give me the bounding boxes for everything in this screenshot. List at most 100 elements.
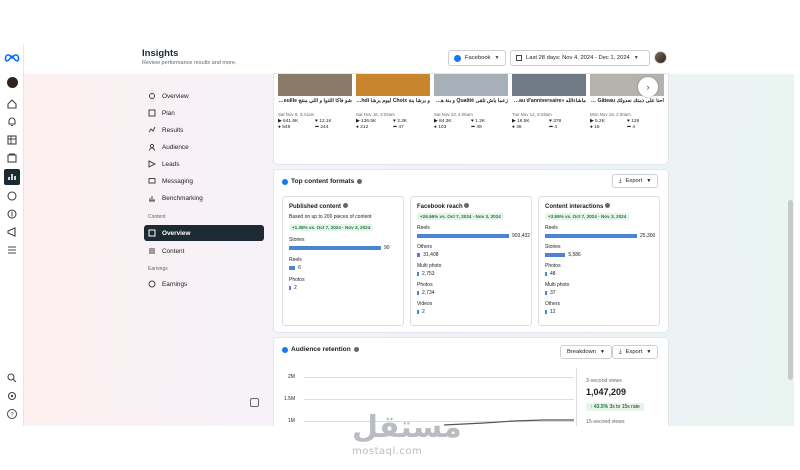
post-date: Tue Nov 12, 3:03am [512,112,552,117]
post-card[interactable]: ماشاءالله «Gâteau d'anniversaire » عنا ع… [512,74,586,150]
watermark-logo: مستقل [352,410,462,445]
chevron-down-icon: ▼ [494,55,500,61]
nav-item-plan[interactable]: Plan [144,105,264,121]
format-value: 903,432 [512,233,531,239]
panel-title-text: Facebook reach [417,204,463,210]
content-icon [148,247,156,255]
breakdown-label: Breakdown [567,349,597,355]
export-button[interactable]: ⤓ Export ▼ [612,174,659,188]
nav-item-label: Content [162,247,185,255]
stat-change-badge: ↑ 43.5% 3s to 15s rate [586,403,644,411]
nav-item-overview[interactable]: Overview [144,88,264,104]
format-row: Others 31,408 [417,244,533,258]
monetization-icon[interactable] [6,208,18,220]
info-icon[interactable] [605,203,611,208]
nav-item-results[interactable]: Results [144,122,264,138]
nav-item-earnings[interactable]: Earnings [144,276,264,292]
nav-item-content[interactable]: Content [144,243,264,259]
views-value: 84.3K [439,119,452,124]
account-avatar-icon[interactable] [6,76,18,88]
format-row: Reels 6 [289,257,405,271]
carousel-next-button[interactable]: › [638,77,658,97]
format-label: Photos [417,282,433,288]
post-title: احنا على ذمتك نعدولك Gâteau للفرحة حرة [590,98,664,104]
published-content-panel: Published content Based on up to 200 pie… [282,196,404,326]
search-icon[interactable] [6,372,18,384]
nav-item-label: Audience [162,143,189,151]
format-value: 6 [298,265,301,271]
info-icon[interactable] [464,203,470,208]
home-icon[interactable] [6,98,18,110]
page-scrollbar[interactable] [788,200,793,380]
export-button[interactable]: ⤓ Export ▼ [612,345,659,359]
views-value: 5.2K [595,119,605,124]
nav-item-benchmarking[interactable]: Benchmarking [144,190,264,206]
format-row: Multi photo 2,753 [417,263,533,277]
post-thumbnail [356,74,430,96]
notifications-icon[interactable] [6,116,18,128]
content-library-icon[interactable] [6,152,18,164]
format-label: Others [545,301,561,307]
post-date: Sat Nov 9, 3:41am [278,112,315,117]
nav-item-messaging[interactable]: Messaging [144,173,264,189]
y-tick-label: 1M [288,418,295,424]
format-bar [545,310,547,314]
meta-logo-icon[interactable] [4,52,20,62]
profile-avatar[interactable] [654,51,667,64]
stat-change-note: 3s to 15s rate [609,404,640,410]
format-label: Stories [289,237,305,243]
y-tick-label: 1.5M [284,396,296,402]
inbox-icon[interactable] [6,190,18,202]
post-card[interactable]: زعما باش تلقى Qualité و بنة هدي في بلاصة… [434,74,508,150]
chevron-down-icon: ▼ [600,349,605,355]
date-range-select[interactable]: Last 28 days: Nov 4, 2024 - Dec 1, 2024 … [510,50,650,66]
stat-label: 3-second views [586,378,622,384]
reactions-value: 2.3K [397,119,408,124]
nav-item-label: Earnings [162,280,188,288]
help-icon[interactable]: ? [6,408,18,420]
insights-icon[interactable] [4,169,20,185]
format-row: Photos 2 [289,277,405,291]
ads-icon[interactable] [6,226,18,238]
format-row: Multi photo 37 [545,282,661,296]
panel-title-text: Content interactions [545,204,604,210]
format-bar [417,253,421,257]
top-posts-carousel: شو فاكا اللنوا و اللي منتج Millefeuille … [274,74,668,164]
collapse-sidebar-icon[interactable] [250,398,259,407]
settings-icon[interactable] [6,390,18,402]
change-badge: +26.56% vs. Oct 7, 2024 - Nov 3, 2024 [417,213,504,220]
post-title: ماشاءالله «Gâteau d'anniversaire » عنا ع… [512,98,586,104]
comments-count: ● 212 [356,125,369,130]
content-interactions-panel: Content interactions +3.55% vs. Oct 7, 2… [538,196,660,326]
post-card[interactable]: شو فاكا اللنوا و اللي منتج Millefeuille … [278,74,352,150]
reactions-count: ♥ 129 [627,119,640,124]
export-label: Export [625,349,643,355]
chevron-right-icon: › [646,82,650,92]
format-label: Reels [417,225,430,231]
post-card[interactable]: و برشا بنة Choix ليوم برشا Pâtisserie Ma… [356,74,430,150]
post-stats: ▶ 16.5K ♥ 378 ● 46 ➦ 4 [512,119,586,130]
info-icon[interactable] [353,347,359,352]
all-tools-icon[interactable] [6,244,18,256]
format-label: Reels [545,225,558,231]
format-bar [545,291,547,295]
format-bar [417,310,419,314]
reactions-count: ♥ 2.3K [393,119,408,124]
shares-value: 244 [320,125,329,130]
breakdown-button[interactable]: Breakdown ▼ [560,345,612,359]
platform-select[interactable]: Facebook ▼ [448,50,506,66]
info-icon[interactable] [357,179,363,184]
y-tick-label: 2M [288,374,295,380]
reactions-value: 1.2K [475,119,486,124]
views-count: ▶ 84.3K [434,119,452,124]
nav-item-audience[interactable]: Audience [144,139,264,155]
format-bar [545,234,637,238]
messaging-icon [148,177,156,185]
planner-icon[interactable] [6,134,18,146]
change-badge: +1.38% vs. Oct 7, 2024 - Nov 3, 2024 [289,224,374,231]
format-label: Others [417,244,433,250]
nav-item-leads[interactable]: Leads [144,156,264,172]
info-icon[interactable] [342,203,348,208]
svg-text:?: ? [10,413,14,419]
nav-item-content-overview[interactable]: Overview [144,225,264,241]
